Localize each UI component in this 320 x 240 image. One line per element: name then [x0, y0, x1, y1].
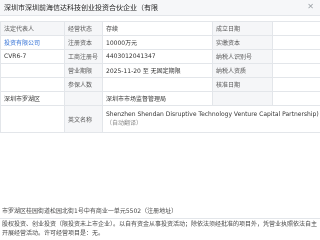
taxpayer-qualification-label: 纳税人资质: [212, 63, 273, 78]
blank-label: [212, 91, 273, 106]
registration-authority-value: 深圳市市场监督管理局: [102, 91, 213, 106]
business-term-label: 营业期限: [64, 63, 103, 78]
insured-count-label: 参保人数: [64, 77, 103, 92]
credit-code-value: CVR6-7: [0, 49, 65, 64]
english-name-cell: Shenzhen Shendan Disruptive Technology V…: [102, 105, 320, 133]
window-titlebar: 深圳市深圳前海信达科技创业投资合伙企业（有限 ✕: [0, 0, 320, 16]
registered-capital-value: 10000万元: [102, 35, 213, 50]
taxpayer-qualification-value: [272, 63, 320, 78]
reg-number-label: 工商注册号: [64, 49, 103, 64]
table-row: 法定代表人 经营状态 存续 成立日期: [0, 21, 320, 36]
blank-cell: [272, 91, 320, 106]
table-row: 英文名称 Shenzhen Shendan Disruptive Technol…: [0, 105, 320, 133]
table-row: 深圳市罗湖区 深圳市市场监督管理局: [0, 91, 320, 106]
english-name-value: Shenzhen Shendan Disruptive Technology V…: [106, 111, 319, 118]
reg-number-value: 4403012041347: [102, 49, 213, 64]
district-value: 深圳市罗湖区: [0, 91, 65, 106]
registered-capital-label: 注册资本: [64, 35, 103, 50]
close-icon[interactable]: ✕: [307, 2, 314, 11]
founded-label: 成立日期: [212, 21, 273, 36]
paid-capital-label: 实缴资本: [212, 35, 273, 50]
insured-count-value: [102, 77, 213, 92]
approval-date-label: 核准日期: [212, 77, 273, 92]
status-value: 存续: [102, 21, 213, 36]
paid-capital-value: [272, 35, 320, 50]
table-row: 参保人数 核准日期: [0, 77, 320, 92]
business-term-value: 2025-11-20 至 无固定期限: [102, 63, 213, 78]
blank-cell: [0, 63, 65, 78]
founded-value: [272, 21, 320, 36]
blank-cell: [0, 77, 65, 92]
english-name-label: 英文名称: [64, 105, 103, 133]
blank-cell: [0, 105, 65, 133]
table-row: CVR6-7 工商注册号 4403012041347 纳税人识别号: [0, 49, 320, 64]
legal-rep-company-link[interactable]: 投资有限公司: [0, 35, 65, 50]
table-row: 投资有限公司 注册资本 10000万元 实缴资本: [0, 35, 320, 50]
taxpayer-id-label: 纳税人识别号: [212, 49, 273, 64]
registered-address: 市罗湖区桂园街道松园北街1号中有商业一单元5502（注册地址）: [0, 206, 320, 219]
company-info-table: 法定代表人 经营状态 存续 成立日期 投资有限公司 注册资本 10000万元 实…: [0, 21, 320, 133]
auto-translate-note: （自动翻译）: [106, 120, 143, 127]
business-scope: 股权投资、创业投资（限投资未上市企业）。以自有资金从事投资活动；除依法须经批准的…: [2, 221, 318, 237]
window-title: 深圳市深圳前海信达科技创业投资合伙企业（有限: [4, 4, 158, 12]
status-label: 经营状态: [64, 21, 103, 36]
table-row: 营业期限 2025-11-20 至 无固定期限 纳税人资质: [0, 63, 320, 78]
legal-rep-label: 法定代表人: [0, 21, 65, 36]
registration-authority-label: [64, 91, 103, 106]
taxpayer-id-value: [272, 49, 320, 64]
approval-date-value: [272, 77, 320, 92]
